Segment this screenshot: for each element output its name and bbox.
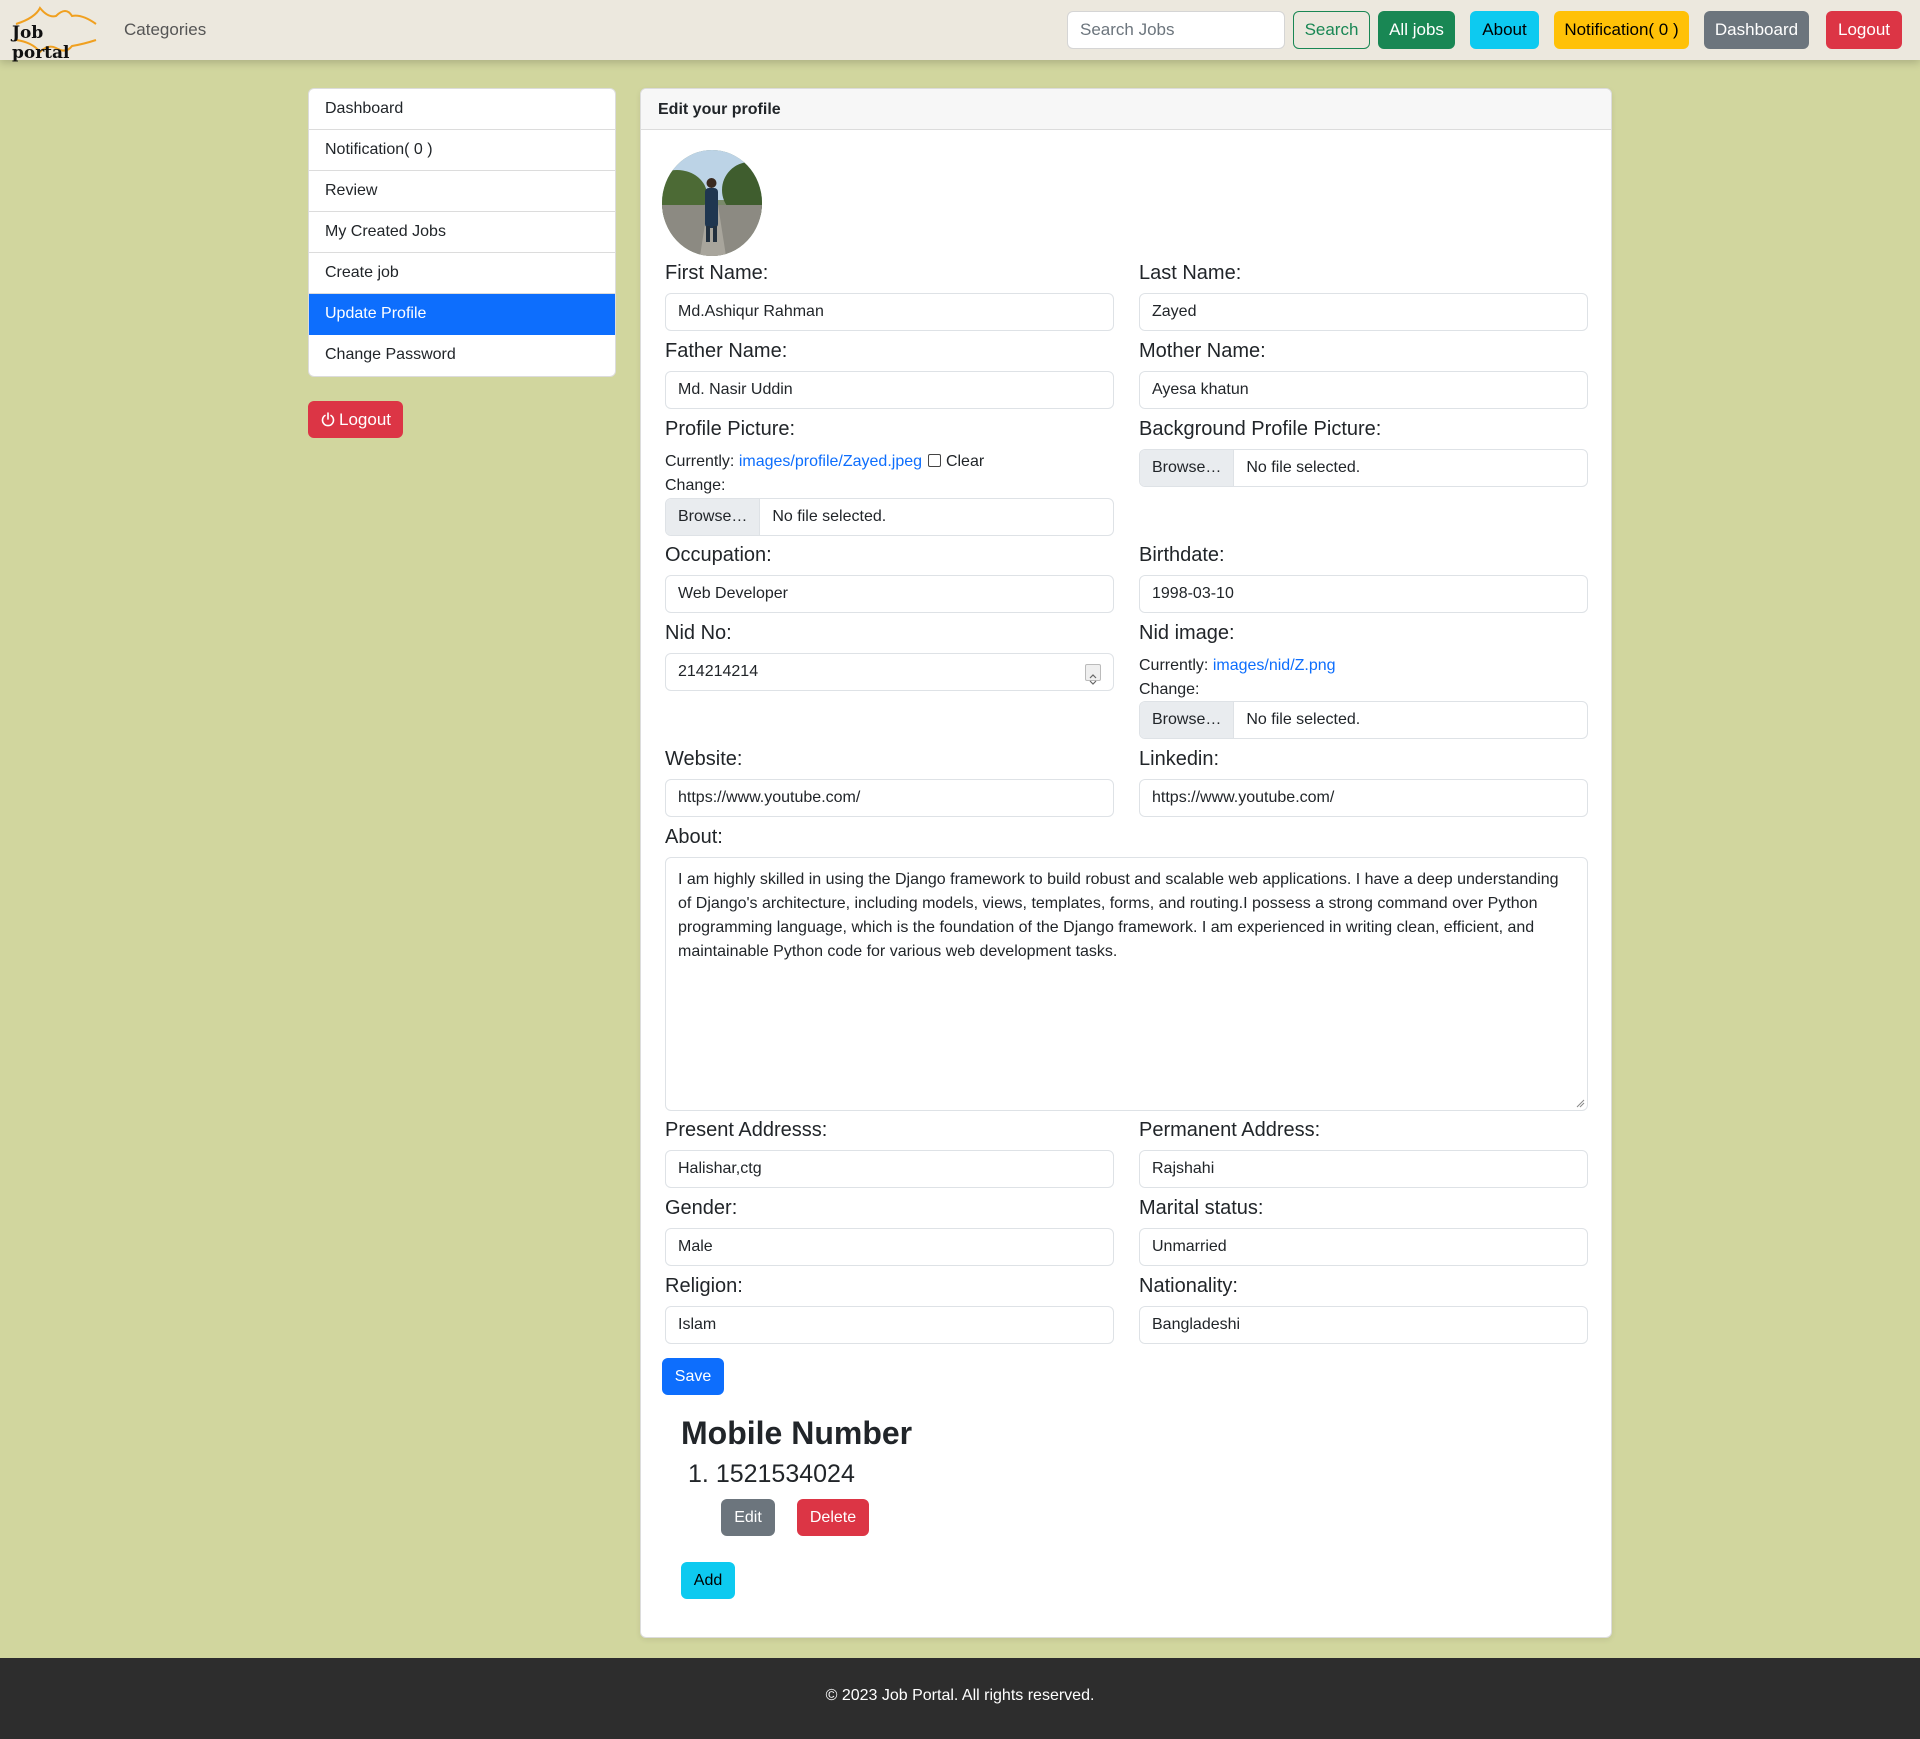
profile-picture-file-input[interactable]: Browse… No file selected.	[665, 498, 1114, 536]
gender-label: Gender:	[665, 1197, 738, 1219]
linkedin-label: Linkedin:	[1139, 748, 1220, 770]
nid-no-value: 214214214	[678, 663, 759, 680]
delete-mobile-button[interactable]: Delete	[797, 1499, 869, 1536]
nid-image-file-input[interactable]: Browse… No file selected.	[1139, 701, 1588, 739]
mother-name-label: Mother Name:	[1139, 340, 1266, 362]
logo-text: Job portal	[12, 23, 70, 63]
about-button[interactable]: About	[1470, 11, 1539, 49]
sidebar-item-my-created-jobs[interactable]: My Created Jobs	[309, 212, 615, 253]
logo[interactable]: Job portal	[10, 4, 102, 63]
religion-label: Religion:	[665, 1275, 743, 1297]
profile-photo-icon	[662, 150, 762, 256]
background-picture-file-input[interactable]: Browse… No file selected.	[1139, 449, 1588, 487]
permanent-address-label: Permanent Address:	[1139, 1119, 1321, 1141]
nid-image-change-label: Change:	[1139, 681, 1200, 698]
occupation-field[interactable]: Web Developer	[665, 575, 1114, 613]
footer: © 2023 Job Portal. All rights reserved.	[0, 1658, 1920, 1739]
top-navbar: Job portal Categories Search All jobs Ab…	[0, 0, 1920, 63]
sidebar-item-create-job[interactable]: Create job	[309, 253, 615, 294]
add-mobile-button[interactable]: Add	[681, 1562, 735, 1599]
present-address-label: Present Addresss:	[665, 1119, 828, 1141]
no-file-label: No file selected.	[1246, 711, 1361, 728]
number-spinner-icon[interactable]	[1085, 664, 1101, 685]
no-file-label: No file selected.	[1246, 459, 1361, 476]
nid-image-link[interactable]: images/nid/Z.png	[1213, 657, 1336, 674]
power-icon	[321, 412, 335, 427]
nid-no-field[interactable]: 214214214	[665, 653, 1114, 691]
edit-profile-card: Edit your profile First Name: Last Name:…	[640, 88, 1612, 1638]
about-text: I am highly skilled in using the Django …	[678, 871, 1559, 960]
last-name-field[interactable]: Zayed	[1139, 293, 1588, 331]
clear-label[interactable]: Clear	[946, 453, 984, 470]
father-name-field[interactable]: Md. Nasir Uddin	[665, 371, 1114, 409]
mobile-number-item: 1. 1521534024	[688, 1460, 855, 1489]
profile-avatar	[662, 150, 762, 256]
mobile-number-heading: Mobile Number	[681, 1415, 913, 1451]
categories-link[interactable]: Categories	[124, 20, 206, 40]
sidebar-item-update-profile[interactable]: Update Profile	[309, 294, 615, 335]
mobile-number-value: 1521534024	[715, 1460, 855, 1488]
sidebar-logout-label: Logout	[339, 410, 391, 429]
profile-picture-current: Currently: images/profile/Zayed.jpeg Cle…	[665, 453, 984, 471]
footer-text: © 2023 Job Portal. All rights reserved.	[825, 1687, 1095, 1704]
profile-picture-label: Profile Picture:	[665, 418, 796, 440]
browse-button[interactable]: Browse…	[666, 499, 761, 535]
no-file-label: No file selected.	[772, 508, 887, 525]
occupation-label: Occupation:	[665, 544, 772, 566]
first-name-field[interactable]: Md.Ashiqur Rahman	[665, 293, 1114, 331]
nationality-label: Nationality:	[1139, 1275, 1238, 1297]
about-textarea[interactable]: I am highly skilled in using the Django …	[665, 857, 1588, 1111]
permanent-address-field[interactable]: Rajshahi	[1139, 1150, 1588, 1188]
clear-checkbox[interactable]	[928, 454, 942, 467]
website-field[interactable]: https://www.youtube.com/	[665, 779, 1114, 817]
father-name-label: Father Name:	[665, 340, 788, 362]
last-name-label: Last Name:	[1139, 262, 1242, 284]
nid-image-label: Nid image:	[1139, 622, 1235, 644]
sidebar-item-change-password[interactable]: Change Password	[309, 335, 615, 376]
logout-button[interactable]: Logout	[1826, 11, 1902, 49]
sidebar-logout-button[interactable]: Logout	[308, 401, 403, 438]
all-jobs-button[interactable]: All jobs	[1378, 11, 1455, 49]
religion-field[interactable]: Islam	[665, 1306, 1114, 1344]
sidebar-item-notification[interactable]: Notification( 0 )	[309, 130, 615, 171]
nid-no-label: Nid No:	[665, 622, 732, 644]
background-picture-label: Background Profile Picture:	[1139, 418, 1382, 440]
currently-label: Currently:	[1139, 657, 1209, 674]
card-header: Edit your profile	[641, 89, 1611, 130]
mother-name-field[interactable]: Ayesa khatun	[1139, 371, 1588, 409]
profile-picture-link[interactable]: images/profile/Zayed.jpeg	[739, 453, 922, 470]
sidebar-item-dashboard[interactable]: Dashboard	[309, 89, 615, 130]
marital-status-label: Marital status:	[1139, 1197, 1264, 1219]
gender-field[interactable]: Male	[665, 1228, 1114, 1266]
first-name-label: First Name:	[665, 262, 769, 284]
birthdate-field[interactable]: 1998-03-10	[1139, 575, 1588, 613]
search-input[interactable]	[1067, 11, 1285, 49]
currently-label: Currently:	[665, 453, 735, 470]
birthdate-label: Birthdate:	[1139, 544, 1225, 566]
profile-picture-change-label: Change:	[665, 477, 726, 494]
save-button[interactable]: Save	[662, 1358, 724, 1395]
present-address-field[interactable]: Halishar,ctg	[665, 1150, 1114, 1188]
nationality-field[interactable]: Bangladeshi	[1139, 1306, 1588, 1344]
browse-button[interactable]: Browse…	[1140, 702, 1235, 738]
search-button[interactable]: Search	[1293, 11, 1370, 49]
browse-button[interactable]: Browse…	[1140, 450, 1235, 486]
edit-mobile-button[interactable]: Edit	[721, 1499, 775, 1536]
notification-button[interactable]: Notification( 0 )	[1554, 11, 1689, 49]
linkedin-field[interactable]: https://www.youtube.com/	[1139, 779, 1588, 817]
marital-status-field[interactable]: Unmarried	[1139, 1228, 1588, 1266]
website-label: Website:	[665, 748, 743, 770]
sidebar-menu: Dashboard Notification( 0 ) Review My Cr…	[308, 88, 616, 377]
nid-image-current: Currently: images/nid/Z.png	[1139, 657, 1336, 675]
sidebar-item-review[interactable]: Review	[309, 171, 615, 212]
mobile-number-index: 1.	[688, 1460, 709, 1488]
resize-handle-icon[interactable]	[1576, 1099, 1585, 1108]
dashboard-button[interactable]: Dashboard	[1704, 11, 1809, 49]
about-label: About:	[665, 826, 723, 848]
